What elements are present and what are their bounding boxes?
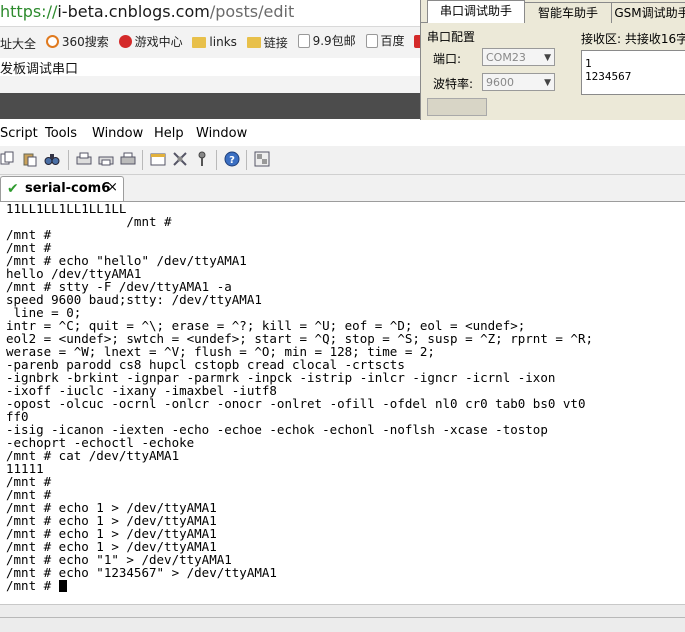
print-selection-icon[interactable] [98, 151, 114, 167]
help-icon[interactable]: ? [224, 151, 240, 167]
page-title: 发板调试串口 [0, 58, 420, 76]
print-screen-icon[interactable] [76, 151, 92, 167]
menu-window[interactable]: Window [92, 122, 143, 146]
bookmark-item[interactable]: 9.9包邮 [297, 32, 356, 49]
bookmark-label: 360搜索 [61, 34, 109, 49]
keymap-icon[interactable] [194, 151, 210, 167]
terminal-output[interactable]: 11LL1LL1LL1LL1LL /mnt #/mnt #/mnt #/mnt … [0, 202, 685, 604]
game-icon [118, 34, 132, 48]
bookmark-label: 址大全 [0, 36, 37, 51]
find-icon[interactable] [44, 151, 60, 167]
session-tab-title: serial-com6 [25, 181, 111, 196]
port-value: COM23 [486, 51, 526, 64]
page-icon [365, 33, 378, 48]
overlapped-window-titlebar [0, 93, 420, 119]
serial-assistant-window: 串口调试助手 智能车助手 GSM调试助手 串口配置 端口: COM23 ▼ 波特… [420, 0, 685, 120]
session-options-icon[interactable] [150, 151, 166, 167]
toolbar-separator [142, 150, 143, 170]
bookmark-label: 链接 [263, 35, 288, 50]
menu-tools[interactable]: Tools [45, 122, 77, 146]
toolbar-separator [68, 150, 69, 170]
page-icon [297, 33, 310, 48]
terminal-line: speed 9600 baud;stty: /dev/ttyAMA1 [6, 292, 262, 307]
toolbar: ? [0, 146, 685, 175]
serial-tabs: 串口调试助手 智能车助手 GSM调试助手 [421, 0, 685, 23]
bookmark-item[interactable]: 址大全 [0, 35, 36, 52]
url-path: /posts/edit [209, 2, 295, 21]
terminal-prompt-line: /mnt # [0, 579, 685, 592]
session-tab[interactable]: ✔ serial-com6 × [0, 176, 124, 201]
baud-label: 波特率: [433, 77, 474, 91]
terminal-line: /mnt # [6, 227, 52, 242]
map-window-icon[interactable] [254, 151, 270, 167]
global-options-icon[interactable] [172, 151, 188, 167]
horizontal-scrollbar[interactable] [0, 604, 685, 632]
scrollbar-track [0, 617, 685, 618]
port-select[interactable]: COM23 ▼ [482, 48, 555, 66]
bookmark-item[interactable]: 百度 [365, 32, 405, 49]
toolbar-separator [246, 150, 247, 170]
terminal-lines: 11LL1LL1LL1LL1LL /mnt #/mnt #/mnt #/mnt … [0, 202, 685, 579]
tab-gsm-debug[interactable]: GSM调试助手 [611, 2, 685, 23]
address-bar[interactable]: https://i-beta.cnblogs.com/posts/edit [0, 0, 420, 27]
port-label: 端口: [433, 52, 462, 66]
receive-area[interactable]: 1 1234567 [581, 50, 685, 95]
bookmark-label: 游戏中心 [134, 34, 183, 49]
receive-line: 1234567 [585, 70, 632, 83]
chevron-down-icon: ▼ [544, 78, 551, 88]
folder-icon [246, 36, 261, 48]
url-domain: i-beta.cnblogs.com [57, 2, 210, 21]
terminal-line: /mnt # [6, 474, 52, 489]
session-tab-strip: ✔ serial-com6 × [0, 175, 685, 202]
toolbar-separator [216, 150, 217, 170]
url-scheme: https:// [0, 2, 58, 21]
copy-icon[interactable] [0, 151, 16, 167]
terminal-prompt: /mnt # [6, 578, 59, 593]
bookmark-label: links [209, 35, 237, 49]
bookmark-item[interactable]: 游戏中心 [118, 33, 183, 50]
bookmark-item[interactable]: 链接 [246, 34, 288, 51]
bookmark-label: 百度 [380, 34, 405, 48]
menu-window-2[interactable]: Window [196, 122, 247, 146]
menu-bar: Script Tools Window Help Window [0, 122, 685, 146]
terminal-line: /mnt # [6, 214, 172, 229]
terminal-line: 11111 [6, 461, 44, 476]
receive-line: 1 [585, 57, 592, 70]
terminal-cursor [58, 580, 67, 592]
menu-help[interactable]: Help [154, 122, 184, 146]
overlapped-control [427, 98, 487, 116]
svg-text:?: ? [229, 155, 235, 166]
terminal-line: /mnt # echo "1234567" > /dev/ttyAMA1 [6, 565, 277, 580]
print-icon[interactable] [120, 151, 136, 167]
bookmark-item[interactable]: links [192, 35, 237, 49]
tab-serial-debug[interactable]: 串口调试助手 [427, 0, 525, 23]
baud-value: 9600 [486, 76, 514, 89]
tab-smart-car[interactable]: 智能车助手 [524, 2, 612, 23]
chevron-down-icon: ▼ [544, 53, 551, 63]
baud-select[interactable]: 9600 ▼ [482, 73, 555, 91]
terminal-line: /mnt # cat /dev/ttyAMA1 [6, 448, 180, 463]
menu-script[interactable]: Script [0, 122, 38, 146]
paste-icon[interactable] [22, 151, 38, 167]
serial-config-group-label: 串口配置 [427, 30, 476, 44]
receive-area-label: 接收区: 共接收16字 [581, 32, 685, 46]
folder-icon [192, 36, 207, 48]
bookmark-item[interactable]: 360搜索 [45, 33, 109, 50]
connected-check-icon: ✔ [7, 181, 19, 197]
terminal-line: -opost -olcuc -ocrnl -onlcr -onocr -onlr… [6, 396, 586, 411]
bookmarks-bar: 址大全 360搜索 游戏中心 links 链接 9.9包邮 百度 京 [0, 32, 420, 54]
close-icon[interactable]: × [107, 180, 118, 195]
360-icon [45, 34, 59, 48]
bookmark-label: 9.9包邮 [312, 34, 356, 48]
